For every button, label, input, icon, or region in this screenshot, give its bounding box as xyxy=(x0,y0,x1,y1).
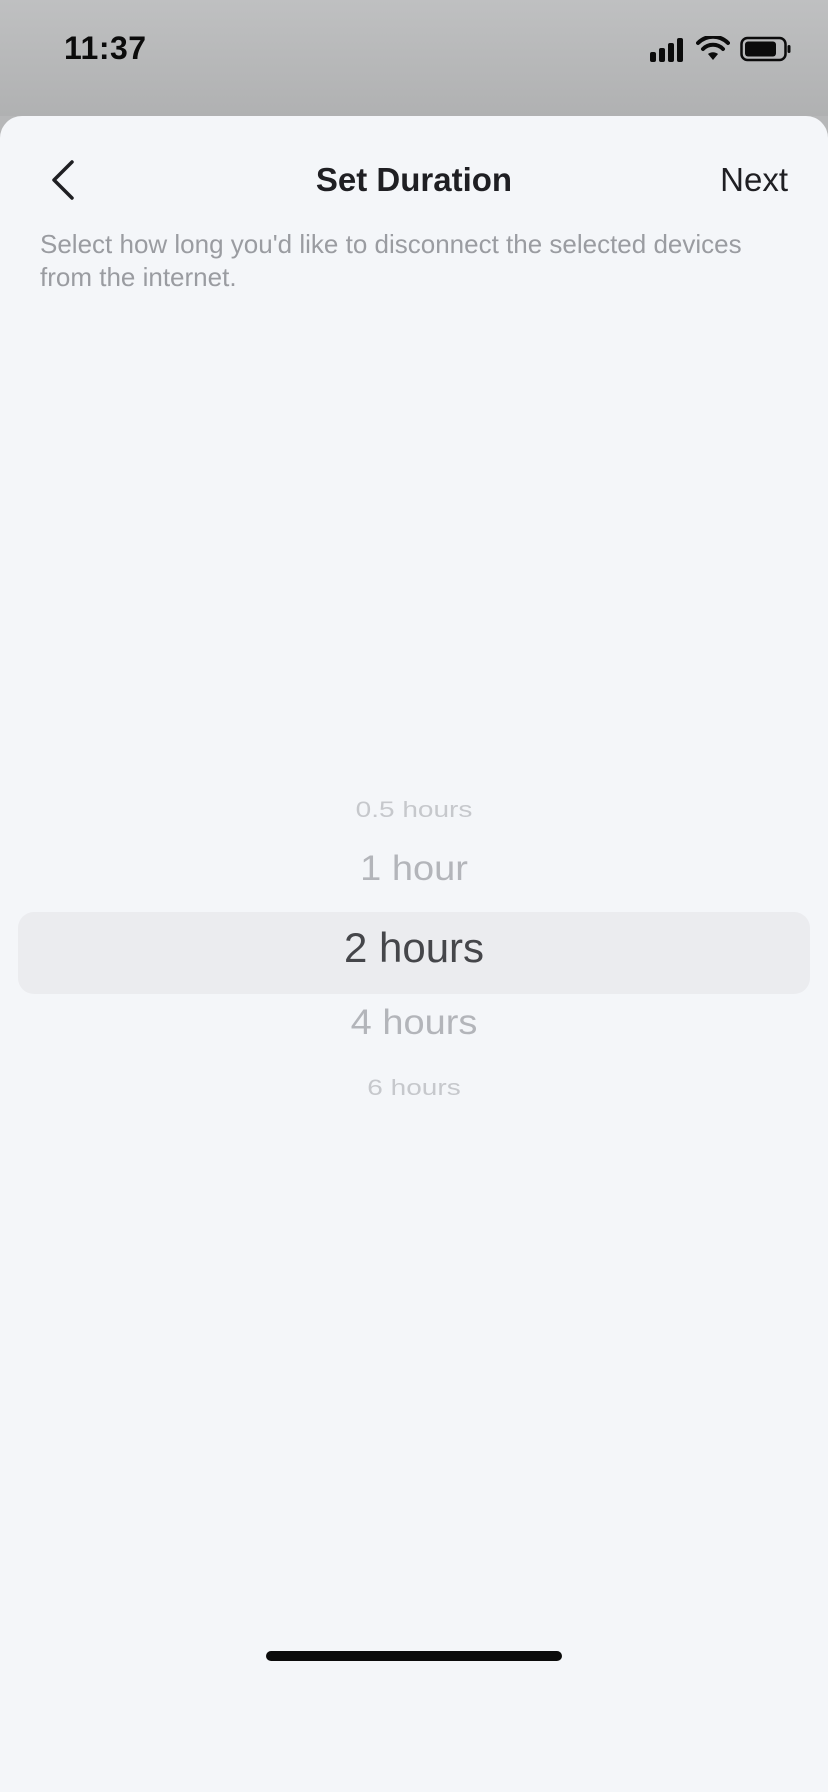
picker-option-6-hours[interactable]: 6 hours xyxy=(0,1076,828,1101)
duration-picker[interactable]: 0.5 hours 1 hour 2 hours 4 hours 6 hours xyxy=(0,676,828,1156)
page-title: Set Duration xyxy=(315,161,513,198)
wifi-icon xyxy=(696,36,730,62)
home-indicator[interactable] xyxy=(266,1651,562,1661)
status-bar: 11:37 xyxy=(0,0,828,116)
picker-option-1-hour[interactable]: 1 hour xyxy=(0,850,828,890)
picker-option-4-hours[interactable]: 4 hours xyxy=(0,1004,828,1044)
status-icons xyxy=(650,36,792,62)
next-button[interactable]: Next xyxy=(720,152,788,208)
status-time: 11:37 xyxy=(64,30,147,66)
picker-option-2-hours-selected[interactable]: 2 hours xyxy=(0,924,828,972)
signal-icon xyxy=(650,36,686,62)
description-text: Select how long you'd like to disconnect… xyxy=(40,229,742,292)
picker-option-0.5-hours[interactable]: 0.5 hours xyxy=(0,798,828,823)
battery-icon xyxy=(740,36,792,62)
